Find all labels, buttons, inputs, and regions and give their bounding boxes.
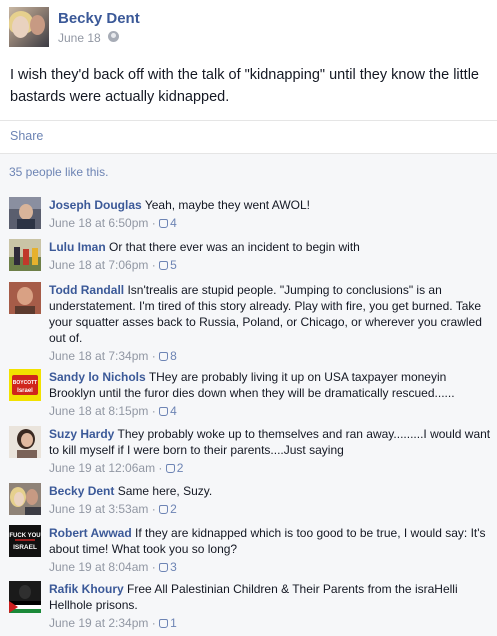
globe-icon bbox=[108, 31, 119, 42]
avatar-logo-text: Israel bbox=[17, 388, 33, 394]
like-thumb-icon bbox=[159, 619, 169, 628]
commenter-avatar[interactable] bbox=[9, 426, 41, 458]
divider bbox=[0, 153, 497, 154]
comment-like-count[interactable]: 1 bbox=[170, 616, 177, 630]
commenter-avatar[interactable] bbox=[9, 197, 41, 229]
comment-time[interactable]: June 19 at 8:04am bbox=[49, 560, 148, 574]
comment-like-count[interactable]: 2 bbox=[170, 502, 177, 516]
post-date[interactable]: June 18 bbox=[58, 31, 101, 45]
comment-like-count[interactable]: 4 bbox=[170, 404, 177, 418]
comment-like-count[interactable]: 2 bbox=[177, 461, 184, 475]
commenter-name[interactable]: Robert Awwad bbox=[49, 526, 132, 540]
like-thumb-icon bbox=[159, 219, 169, 228]
comment-text: Same here, Suzy. bbox=[117, 484, 213, 498]
commenter-name[interactable]: Todd Randall bbox=[49, 283, 124, 297]
commenter-name[interactable]: Joseph Douglas bbox=[49, 198, 142, 212]
like-thumb-icon bbox=[159, 261, 169, 270]
comment-text: Yeah, maybe they went AWOL! bbox=[144, 198, 311, 212]
avatar-logo-text: ISRAEL bbox=[13, 544, 37, 551]
post-author-name[interactable]: Becky Dent bbox=[58, 10, 140, 27]
comment-like-count[interactable]: 8 bbox=[170, 349, 177, 363]
avatar-logo-text: BOYCOTT bbox=[13, 380, 37, 386]
commenter-name[interactable]: Lulu Iman bbox=[49, 240, 106, 254]
comment-like-count[interactable]: 3 bbox=[170, 560, 177, 574]
comment-like-count[interactable]: 4 bbox=[170, 216, 177, 230]
likes-summary[interactable]: 35 people like this. bbox=[9, 165, 108, 179]
comment-like-count[interactable]: 5 bbox=[170, 258, 177, 272]
comment-list: Joseph Douglas Yeah, maybe they went AWO… bbox=[0, 188, 497, 636]
comment-time[interactable]: June 18 at 6:50pm bbox=[49, 216, 148, 230]
commenter-name[interactable]: Rafik Khoury bbox=[49, 582, 124, 596]
commenter-avatar[interactable]: FUCK YOU ISRAEL bbox=[9, 525, 41, 557]
commenter-avatar[interactable] bbox=[9, 239, 41, 271]
post-author-avatar[interactable] bbox=[9, 7, 49, 47]
like-thumb-icon bbox=[165, 464, 175, 473]
comment-text: Or that there ever was an incident to be… bbox=[109, 240, 360, 254]
avatar-logo-text: FUCK YOU bbox=[9, 533, 40, 539]
comment-time[interactable]: June 18 at 7:06pm bbox=[49, 258, 148, 272]
post-header: Becky Dent June 18 bbox=[0, 0, 497, 60]
share-link[interactable]: Share bbox=[10, 129, 43, 143]
commenter-name[interactable]: Sandy lo Nichols bbox=[49, 370, 146, 384]
like-thumb-icon bbox=[159, 563, 169, 572]
commenter-name[interactable]: Becky Dent bbox=[49, 484, 114, 498]
commenter-avatar[interactable]: BOYCOTT Israel bbox=[9, 369, 41, 401]
like-thumb-icon bbox=[159, 407, 169, 416]
like-thumb-icon bbox=[159, 505, 169, 514]
commenter-avatar[interactable] bbox=[9, 282, 41, 314]
post-text: I wish they'd back off with the talk of … bbox=[10, 67, 479, 105]
commenter-avatar[interactable] bbox=[9, 483, 41, 515]
like-thumb-icon bbox=[159, 352, 169, 361]
comment-time[interactable]: June 18 at 8:15pm bbox=[49, 404, 148, 418]
comment-time[interactable]: June 19 at 2:34pm bbox=[49, 616, 148, 630]
comment-text: They probably woke up to themselves and … bbox=[49, 427, 491, 457]
comment-time[interactable]: June 19 at 3:53am bbox=[49, 502, 148, 516]
divider bbox=[0, 120, 497, 121]
commenter-name[interactable]: Suzy Hardy bbox=[49, 427, 114, 441]
commenter-avatar[interactable] bbox=[9, 581, 41, 613]
comment-time[interactable]: June 19 at 12:06am bbox=[49, 461, 155, 475]
comment-time[interactable]: June 18 at 7:34pm bbox=[49, 349, 148, 363]
